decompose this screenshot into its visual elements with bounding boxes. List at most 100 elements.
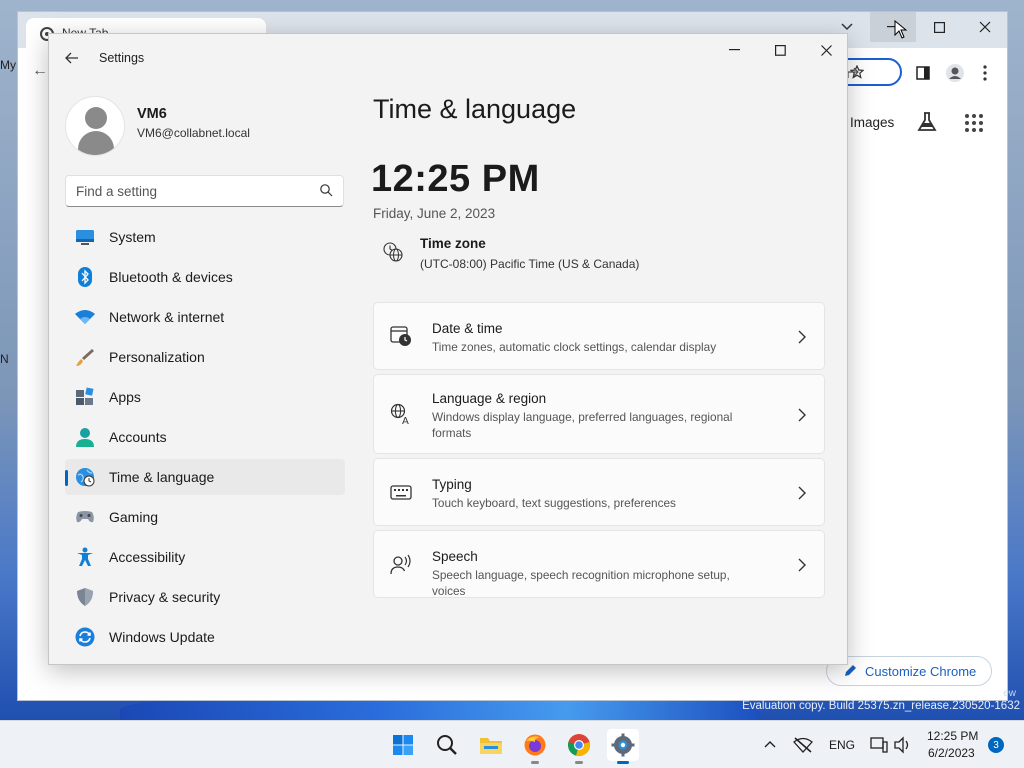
apps-grid-icon[interactable]	[964, 113, 984, 133]
sidebar-item-privacy[interactable]: Privacy & security	[65, 579, 345, 615]
gear-icon	[611, 733, 635, 757]
chrome-minimize-button[interactable]	[870, 12, 916, 42]
side-panel-icon[interactable]	[916, 66, 930, 80]
maximize-button[interactable]	[757, 34, 803, 66]
chevron-up-icon[interactable]	[764, 740, 776, 748]
close-icon	[979, 21, 991, 33]
sidebar-item-personalization[interactable]: Personalization	[65, 339, 345, 375]
search-input[interactable]: Find a setting	[65, 175, 344, 207]
file-explorer-button[interactable]	[475, 729, 507, 761]
mouse-cursor-icon	[894, 20, 908, 39]
close-icon	[820, 44, 832, 56]
taskbar-search-button[interactable]	[431, 729, 463, 761]
card-language-region[interactable]: A Language & region Windows display lang…	[373, 374, 825, 454]
window-title: Settings	[99, 51, 145, 65]
sidebar-item-label: Bluetooth & devices	[109, 269, 233, 285]
language-indicator[interactable]: ENG	[829, 738, 855, 752]
chrome-close-button[interactable]	[962, 12, 1008, 42]
chevron-down-icon	[841, 23, 853, 31]
language-icon: A	[390, 403, 409, 425]
back-arrow-icon	[65, 52, 78, 64]
calendar-clock-icon	[390, 326, 411, 346]
network-disconnected-icon[interactable]	[793, 736, 813, 754]
keyboard-icon	[390, 485, 412, 500]
current-date: Friday, June 2, 2023	[373, 206, 496, 221]
avatar	[65, 96, 125, 156]
timezone-globe-icon	[383, 242, 403, 262]
chevron-right-icon	[798, 486, 806, 500]
sidebar-item-bluetooth[interactable]: Bluetooth & devices	[65, 259, 345, 295]
settings-taskbar-button[interactable]	[607, 729, 639, 764]
profile-icon[interactable]	[945, 63, 965, 83]
update-icon	[75, 627, 95, 647]
close-button[interactable]	[803, 34, 849, 66]
chrome-icon	[568, 734, 590, 756]
share-icon[interactable]	[846, 66, 860, 80]
watermark-fragment: ew	[1003, 688, 1016, 699]
sidebar-item-label: Accessibility	[109, 549, 186, 565]
user-name: VM6	[137, 106, 167, 122]
search-placeholder: Find a setting	[76, 184, 158, 199]
sidebar-item-system[interactable]: System	[65, 219, 345, 255]
back-button[interactable]	[59, 46, 85, 70]
card-subtitle: Time zones, automatic clock settings, ca…	[432, 340, 717, 354]
sidebar-item-apps[interactable]: Apps	[65, 379, 345, 415]
sidebar-item-gaming[interactable]: Gaming	[65, 499, 345, 535]
sidebar-item-label: Network & internet	[109, 309, 225, 325]
customize-chrome-button[interactable]: Customize Chrome	[826, 656, 992, 686]
notification-badge[interactable]: 3	[988, 737, 1004, 753]
chrome-maximize-button[interactable]	[916, 12, 962, 42]
back-arrow-icon[interactable]: ←	[32, 62, 48, 80]
images-link[interactable]: Images	[850, 115, 894, 130]
desktop-icon-label[interactable]: N	[0, 352, 18, 366]
card-title: Typing	[432, 477, 472, 492]
minimize-button[interactable]	[711, 34, 757, 66]
chevron-right-icon	[798, 330, 806, 344]
card-date-time[interactable]: Date & time Time zones, automatic clock …	[373, 302, 825, 370]
chrome-button[interactable]	[563, 729, 595, 764]
search-icon	[437, 735, 457, 755]
card-subtitle: Touch keyboard, text suggestions, prefer…	[432, 496, 676, 510]
pencil-icon	[845, 665, 856, 676]
sidebar-item-label: Personalization	[109, 349, 205, 365]
start-button[interactable]	[387, 729, 419, 761]
sidebar-item-network[interactable]: Network & internet	[65, 299, 345, 335]
card-speech[interactable]: Speech Speech language, speech recogniti…	[373, 530, 825, 598]
labs-flask-icon[interactable]	[916, 111, 938, 133]
taskbar-clock[interactable]: 12:25 PM	[927, 729, 978, 743]
card-title: Date & time	[432, 321, 503, 336]
firefox-button[interactable]	[519, 729, 551, 764]
sidebar-item-accessibility[interactable]: Accessibility	[65, 539, 345, 575]
windows-logo-icon	[393, 735, 413, 755]
sidebar-item-windows-update[interactable]: Windows Update	[65, 619, 345, 655]
sidebar-item-label: Time & language	[109, 469, 215, 485]
card-typing[interactable]: Typing Touch keyboard, text suggestions,…	[373, 458, 825, 526]
taskbar: ENG 12:25 PM 6/2/2023	[0, 720, 1024, 768]
card-title: Language & region	[432, 391, 547, 406]
user-email: VM6@collabnet.local	[137, 126, 250, 140]
chevron-right-icon	[798, 408, 806, 422]
sidebar-item-label: Accounts	[109, 429, 167, 445]
sidebar-item-accounts[interactable]: Accounts	[65, 419, 345, 455]
taskbar-date[interactable]: 6/2/2023	[928, 746, 975, 760]
chevron-right-icon	[798, 558, 806, 572]
speech-icon	[390, 554, 411, 575]
shield-icon	[77, 588, 93, 606]
folder-icon	[480, 738, 502, 754]
accessibility-icon	[77, 547, 93, 566]
maximize-icon	[774, 44, 786, 56]
card-title: Speech	[432, 549, 478, 564]
volume-icon[interactable]	[893, 736, 911, 754]
settings-titlebar[interactable]: Settings	[49, 34, 847, 82]
page-title: Time & language	[373, 94, 577, 124]
sidebar-item-time-language[interactable]: Time & language	[65, 459, 345, 495]
system-icon	[76, 230, 94, 245]
watermark-text: Evaluation copy. Build 25375.zn_release.…	[742, 700, 1020, 712]
bluetooth-icon	[78, 267, 92, 287]
desktop-icon-label[interactable]: My	[0, 58, 18, 72]
timezone-value: (UTC-08:00) Pacific Time (US & Canada)	[420, 257, 640, 271]
sidebar-item-label: Windows Update	[109, 629, 215, 645]
device-icon[interactable]	[870, 736, 888, 754]
globe-clock-icon	[76, 468, 95, 487]
more-vert-icon[interactable]	[983, 65, 987, 81]
